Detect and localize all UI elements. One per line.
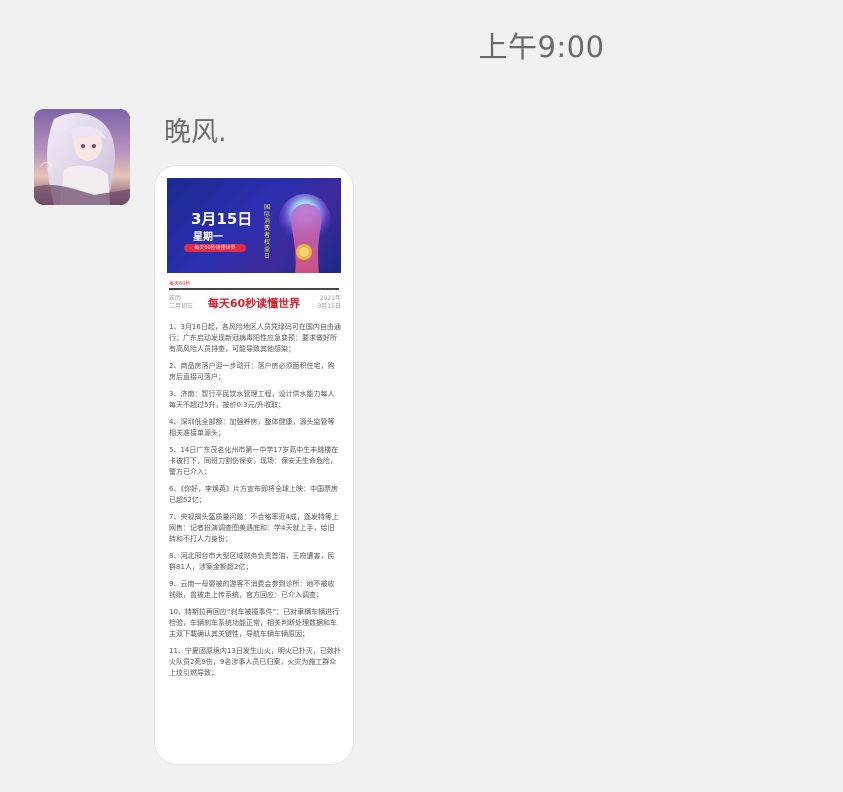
news-item: 1、3月16日起，各风险地区人员凭绿码可在国内自由通行；广东启动发现新冠病毒阳性… xyxy=(169,323,341,353)
section-tag: 每天60秒 xyxy=(169,281,191,287)
news-item: 5、14日广东茂名化州市第一中学17岁高中生丰跳楼在卡被打下，同班刀割伤保安，现… xyxy=(169,446,339,476)
news-item: 7、央视揭头盔质量问题：不合格率近4成，逐发特等上网售：记者扮演调查图美遇底和：… xyxy=(169,513,339,543)
news-item: 11、宁夏固原境内13日发生山火，明火已扑灭，已致扑火队员2死9伤，9名涉事人员… xyxy=(169,647,341,677)
anime-girl-avatar-icon xyxy=(34,109,130,205)
news-banner: 3月15日 星期一 每天60秒读懂世界 国际消费者权益日 xyxy=(167,178,341,273)
image-message[interactable]: 3月15日 星期一 每天60秒读懂世界 国际消费者权益日 每天60秒 农历 二月… xyxy=(155,166,353,764)
news-item: 2、商品房落户迎一步动开：落户房必须面积住宅，购房后直接可落户； xyxy=(169,362,335,381)
news-item: 8、河北邢台市大型区域财务负责首油，王府遭害，民群81人，涉案金额超2亿； xyxy=(169,552,335,571)
message-timestamp: 上午9:00 xyxy=(478,30,605,64)
banner-vertical-text: 国际消费者权益日 xyxy=(264,204,271,260)
news-item: 6、《你好，李焕英》片方宣布即将全球上映：中国票房已超52亿； xyxy=(169,485,338,504)
banner-date: 3月15日 xyxy=(191,210,253,228)
sender-name: 晚风. xyxy=(164,117,227,148)
news-list: 1、3月16日起，各风险地区人员凭绿码可在国内自由通行；广东启动发现新冠病毒阳性… xyxy=(169,322,341,685)
raised-fist-icon xyxy=(279,194,331,273)
banner-pill: 每天60秒读懂世界 xyxy=(184,244,246,252)
banner-weekday: 星期一 xyxy=(193,232,223,243)
solar-date: 2021年 3月15日 xyxy=(317,295,341,310)
divider xyxy=(169,288,339,290)
news-title: 每天60秒读懂世界 xyxy=(207,297,301,310)
news-item: 9、云南一母婴被的游客不消费会参到诊所：地不被收钱账，曾被走上传系统，官方回应：… xyxy=(169,580,335,599)
news-item: 10、特斯拉再回应“刹车被撞事件”：已对車辆车辆进行检验，车辆刹车系统功能正常，… xyxy=(169,608,340,638)
news-item: 3、济南：暂行平民饮水管理工程，设计供水能力每人每天不超过5升，按价0.3元/升… xyxy=(169,390,335,409)
news-item: 4、深圳低全部额：加强养房，整体健康，源头监管等相关准接单源头； xyxy=(169,418,335,437)
chat-screen: 上午9:00 晚风. 3月15日 星期一 每天60秒读懂世界 国际消费者权益日 … xyxy=(0,0,843,792)
sender-avatar[interactable] xyxy=(34,109,130,205)
lunar-date: 农历 二月初三 xyxy=(169,295,194,310)
